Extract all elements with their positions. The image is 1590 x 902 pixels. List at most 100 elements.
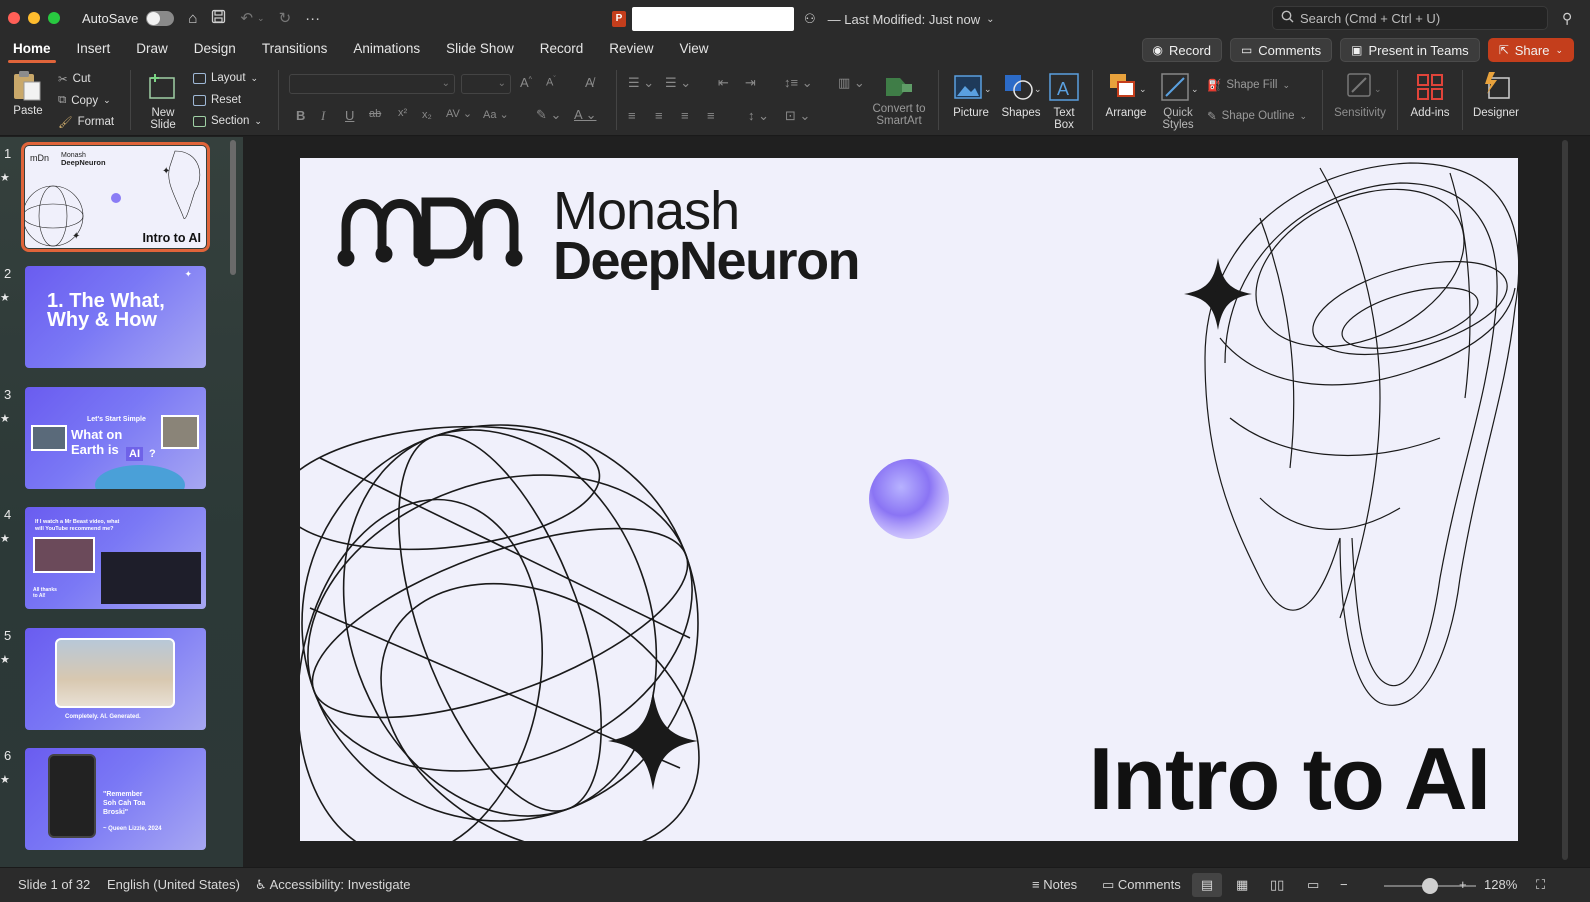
change-case-icon[interactable]: Aa ⌄	[483, 108, 509, 121]
slide-sorter-button[interactable]: ▦	[1236, 877, 1248, 893]
paste-button[interactable]: Paste	[8, 70, 48, 117]
format-painter-button[interactable]: 🖌 Format	[58, 115, 114, 129]
comments-button[interactable]: ▭ Comments	[1229, 38, 1333, 62]
save-icon[interactable]	[211, 9, 226, 28]
subscript-icon[interactable]: x₂	[422, 109, 432, 121]
tab-draw[interactable]: Draw	[123, 36, 181, 64]
designer-button[interactable]: Designer	[1470, 70, 1522, 119]
slide-scrollbar[interactable]	[1562, 140, 1568, 860]
chevron-down-icon[interactable]: ⌄	[986, 14, 994, 25]
align-center-icon[interactable]: ≡	[655, 108, 663, 123]
tab-animations[interactable]: Animations	[340, 36, 433, 64]
accessibility-checker[interactable]: ♿ Accessibility: Investigate	[255, 877, 410, 893]
fullscreen-window-button[interactable]	[48, 12, 60, 24]
thumb-slide-2[interactable]: 1. The What, Why & How ✦	[25, 266, 206, 368]
zoom-in-button[interactable]: +	[1459, 877, 1467, 892]
thumb-slide-4[interactable]: If I watch a Mr Beast video, what will Y…	[25, 507, 206, 609]
undo-dropdown-icon[interactable]: ⌄	[257, 13, 265, 24]
line-spacing-icon[interactable]: ↕≡ ⌄	[784, 75, 813, 91]
italic-icon[interactable]: I	[321, 108, 325, 124]
font-size-select[interactable]: ⌄	[461, 74, 511, 94]
thumb-slide-5[interactable]: Completely. AI. Generated.	[25, 628, 206, 730]
slide-show-button[interactable]: ▭	[1307, 877, 1319, 893]
character-spacing-icon[interactable]: AV ⌄	[446, 107, 472, 120]
zoom-level[interactable]: 128%	[1484, 877, 1517, 892]
slide-brand-text[interactable]: Monash DeepNeuron	[553, 184, 861, 288]
align-left-icon[interactable]: ≡	[628, 108, 636, 123]
present-in-teams-button[interactable]: ▣ Present in Teams	[1340, 38, 1480, 62]
notes-button[interactable]: ≡ Notes	[1032, 877, 1077, 892]
tab-design[interactable]: Design	[181, 36, 249, 64]
search-input[interactable]	[1300, 10, 1530, 26]
text-box-button[interactable]: A Text Box	[1046, 70, 1082, 131]
superscript-icon[interactable]: x²	[398, 107, 407, 119]
undo-icon[interactable]: ↶	[240, 9, 253, 27]
arrange-button[interactable]: ⌄ Arrange	[1102, 70, 1150, 119]
more-icon[interactable]: ···	[305, 10, 320, 27]
document-name-field[interactable]	[632, 7, 794, 31]
home-icon[interactable]: ⌂	[188, 10, 197, 27]
slide-title[interactable]: Intro to AI	[1089, 728, 1491, 830]
minimize-window-button[interactable]	[28, 12, 40, 24]
font-family-select[interactable]: ⌄	[289, 74, 455, 94]
section-button[interactable]: Section ⌄	[193, 115, 262, 127]
decrease-font-size-icon[interactable]: Aˇ	[546, 76, 556, 89]
columns-icon[interactable]: ▥ ⌄	[838, 75, 865, 91]
tab-transitions[interactable]: Transitions	[249, 36, 341, 64]
shared-users-icon[interactable]: ⚇	[804, 11, 816, 27]
copy-button[interactable]: ⧉ Copy ⌄	[58, 94, 111, 107]
close-window-button[interactable]	[8, 12, 20, 24]
thumb-slide-1[interactable]: mDn Monash DeepNeuron ✦ ✦ Intro to AI	[21, 142, 210, 252]
record-button[interactable]: ◉ Record	[1141, 38, 1222, 62]
thumb-slide-6[interactable]: "Remember Soh Cah Toa Broski" ~ Queen Li…	[25, 748, 206, 850]
align-text-icon[interactable]: ⊡ ⌄	[785, 108, 810, 124]
cut-button[interactable]: ✂ Cut	[58, 72, 91, 86]
bold-icon[interactable]: B	[296, 108, 305, 123]
shapes-button[interactable]: ⌄ Shapes	[998, 70, 1044, 119]
text-direction-icon[interactable]: ↕ ⌄	[748, 108, 769, 124]
increase-indent-icon[interactable]: ⇥	[745, 75, 756, 91]
thumbnail-scrollbar[interactable]	[230, 140, 236, 275]
decrease-indent-icon[interactable]: ⇤	[718, 75, 729, 91]
add-ins-button[interactable]: Add-ins	[1405, 70, 1455, 119]
reset-button[interactable]: Reset	[193, 94, 241, 106]
language-indicator[interactable]: English (United States)	[107, 877, 240, 892]
normal-view-button[interactable]: ▤	[1192, 873, 1222, 897]
zoom-out-button[interactable]: −	[1340, 877, 1348, 892]
current-slide[interactable]: Monash DeepNeuron Intro to AI	[300, 158, 1518, 841]
new-slide-button[interactable]: New Slide	[140, 70, 186, 131]
picture-button[interactable]: ⌄ Picture	[948, 70, 994, 119]
tab-view[interactable]: View	[667, 36, 722, 64]
highlight-icon[interactable]: ✎ ⌄	[536, 107, 561, 123]
shape-fill-button[interactable]: ⛽ Shape Fill ⌄	[1207, 78, 1290, 92]
sensitivity-button[interactable]: ⌄ Sensitivity	[1332, 70, 1388, 119]
quick-styles-button[interactable]: ⌄ Quick Styles	[1154, 70, 1202, 131]
thumb-slide-3[interactable]: Let's Start Simple What on Earth is AI ?	[25, 387, 206, 489]
tab-home[interactable]: Home	[0, 36, 64, 64]
zoom-slider-handle[interactable]	[1422, 878, 1438, 894]
tab-review[interactable]: Review	[596, 36, 666, 64]
comments-status-button[interactable]: ▭ Comments	[1102, 877, 1181, 893]
convert-to-smartart-button[interactable]: Convert to SmartArt	[868, 74, 930, 127]
tab-record[interactable]: Record	[527, 36, 597, 64]
last-modified-label[interactable]: — Last Modified: Just now	[828, 12, 980, 27]
reading-view-button[interactable]: ▯▯	[1270, 877, 1284, 893]
align-right-icon[interactable]: ≡	[681, 108, 689, 123]
font-color-icon[interactable]: A ⌄	[574, 107, 596, 123]
strikethrough-icon[interactable]: ab	[369, 108, 381, 120]
shape-outline-button[interactable]: ✎ Shape Outline ⌄	[1207, 109, 1307, 123]
tab-slide-show[interactable]: Slide Show	[433, 36, 527, 64]
account-icon[interactable]: ⚲	[1562, 10, 1572, 27]
clear-formatting-icon[interactable]: A̸	[585, 75, 594, 90]
search-box[interactable]	[1272, 6, 1548, 30]
tab-insert[interactable]: Insert	[64, 36, 124, 64]
redo-icon[interactable]: ↻	[279, 9, 292, 27]
justify-icon[interactable]: ≡	[707, 108, 715, 123]
autosave-toggle[interactable]	[146, 10, 175, 26]
underline-icon[interactable]: U	[345, 108, 354, 123]
increase-font-size-icon[interactable]: A^	[520, 75, 532, 90]
slide-thumbnail-panel[interactable]: 1 ★ mDn Monash DeepNeuron ✦ ✦ Intro to A…	[0, 137, 243, 867]
fit-to-window-button[interactable]: ⛶	[1536, 877, 1545, 893]
layout-button[interactable]: Layout ⌄	[193, 72, 258, 84]
share-button[interactable]: ⇱ Share ⌄	[1487, 38, 1574, 62]
